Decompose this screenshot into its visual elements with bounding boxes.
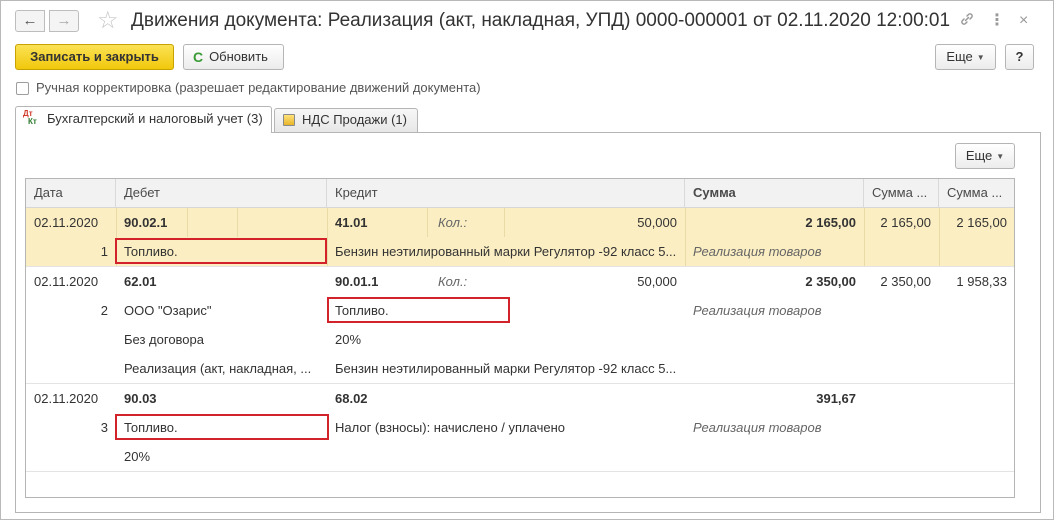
debit-subconto-3: Реализация (акт, накладная, ... [124, 361, 312, 376]
column-header-sum-3[interactable]: Сумма ... [939, 179, 1014, 208]
row-content: Реализация товаров [693, 303, 822, 318]
vat-sales-icon [283, 114, 295, 126]
highlight-box [115, 238, 327, 264]
row-sum-3: 1 958,33 [956, 274, 1007, 289]
document-movements-window: ← → ☆ Движения документа: Реализация (ак… [0, 0, 1054, 520]
more-button[interactable]: Еще ▼ [935, 44, 996, 70]
refresh-button[interactable]: C Обновить [183, 44, 284, 70]
debit-account: 62.01 [124, 274, 157, 289]
credit-subconto-2: 20% [335, 332, 362, 347]
quantity-label: Кол.: [438, 215, 468, 230]
manual-edit-label[interactable]: Ручная корректировка (разрешает редактир… [36, 80, 481, 95]
title-bar: ← → ☆ Движения документа: Реализация (ак… [1, 1, 1053, 41]
row-number: 2 [100, 303, 108, 318]
row-date: 02.11.2020 [34, 215, 99, 230]
row-sum-2: 2 350,00 [880, 274, 931, 289]
window-title: Движения документа: Реализация (акт, нак… [131, 10, 951, 31]
credit-subconto-1: Бензин неэтилированный марки Регулятор -… [335, 244, 677, 259]
forward-arrow-icon[interactable]: → [49, 10, 79, 32]
caret-down-icon: ▼ [976, 52, 985, 62]
debit-account: 90.02.1 [124, 215, 168, 230]
more-label: Еще [946, 49, 973, 64]
tab-vat-sales-label: НДС Продажи (1) [302, 112, 407, 127]
refresh-icon: C [193, 49, 204, 65]
close-icon[interactable]: × [1019, 11, 1028, 31]
credit-subconto-3: Бензин неэтилированный марки Регулятор -… [335, 361, 677, 376]
save-and-close-button[interactable]: Записать и закрыть [15, 44, 174, 70]
tab-vat-sales[interactable]: НДС Продажи (1) [274, 108, 418, 132]
table-header: Дата Дебет Кредит Сумма Сумма ... Сумма … [26, 179, 1014, 208]
table-row[interactable]: 02.11.2020 2 62.01 ООО "Озарис" Без дого… [26, 267, 1014, 384]
row-content: Реализация товаров [693, 420, 822, 435]
tab-accounting-label: Бухгалтерский и налоговый учет (3) [47, 111, 263, 126]
row-separator [427, 208, 428, 237]
debit-account: 90.03 [124, 391, 157, 406]
movements-table[interactable]: Дата Дебет Кредит Сумма Сумма ... Сумма … [25, 178, 1015, 498]
row-date: 02.11.2020 [34, 391, 99, 406]
credit-account: 41.01 [335, 215, 368, 230]
debit-subconto-2: 20% [124, 449, 151, 464]
row-separator [187, 208, 188, 237]
kt-icon-text: Кт [28, 117, 37, 126]
table-more-label: Еще [965, 148, 993, 163]
highlight-box [115, 414, 329, 440]
row-sum-2: 2 165,00 [880, 215, 931, 230]
credit-subconto-1: Налог (взносы): начислено / уплачено [335, 420, 565, 435]
column-header-debit[interactable]: Дебет [116, 179, 327, 208]
refresh-label: Обновить [209, 49, 268, 64]
more-vertical-icon[interactable]: ⋮ [989, 11, 1005, 31]
credit-account: 68.02 [335, 391, 368, 406]
row-content: Реализация товаров [693, 244, 822, 259]
row-sum: 2 350,00 [805, 274, 856, 289]
favorite-star-icon[interactable]: ☆ [97, 7, 119, 35]
row-sum: 391,67 [816, 391, 856, 406]
help-button[interactable]: ? [1005, 44, 1034, 70]
dt-kt-icon: Дт Кт [23, 110, 37, 126]
column-header-sum[interactable]: Сумма [685, 179, 864, 208]
quantity-value: 50,000 [637, 215, 677, 230]
table-row[interactable]: 02.11.2020 1 90.02.1 Топливо. 41.01 Кол.… [26, 208, 1014, 267]
debit-subconto-2: Без договора [124, 332, 204, 347]
link-icon[interactable] [959, 11, 975, 33]
row-separator [237, 208, 238, 237]
row-sum: 2 165,00 [805, 215, 856, 230]
back-arrow-icon[interactable]: ← [15, 10, 45, 32]
column-header-credit[interactable]: Кредит [327, 179, 685, 208]
highlight-box [327, 297, 510, 323]
quantity-label: Кол.: [438, 274, 468, 289]
row-sum-3: 2 165,00 [956, 215, 1007, 230]
column-header-date[interactable]: Дата [26, 179, 116, 208]
manual-edit-checkbox[interactable] [16, 82, 29, 95]
row-number: 1 [100, 244, 108, 259]
credit-account: 90.01.1 [335, 274, 379, 289]
table-row[interactable]: 02.11.2020 3 90.03 Топливо. 20% 68.02 На… [26, 384, 1014, 472]
row-date: 02.11.2020 [34, 274, 99, 289]
row-separator [327, 208, 328, 266]
row-number: 3 [100, 420, 108, 435]
debit-subconto-1: ООО "Озарис" [124, 303, 212, 318]
table-more-button[interactable]: Еще ▼ [955, 143, 1015, 169]
caret-down-icon: ▼ [996, 151, 1005, 161]
column-header-sum-2[interactable]: Сумма ... [864, 179, 939, 208]
tab-accounting[interactable]: Дт Кт Бухгалтерский и налоговый учет (3) [15, 106, 272, 133]
quantity-value: 50,000 [637, 274, 677, 289]
